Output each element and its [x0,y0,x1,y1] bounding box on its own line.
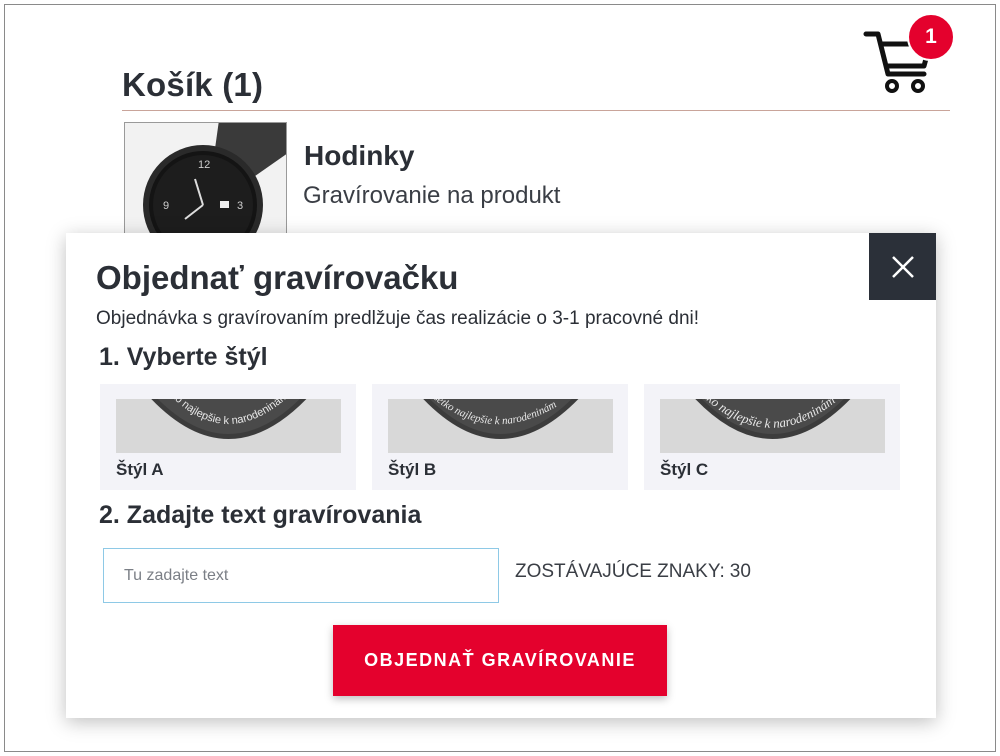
style-preview-image: Všetko najlepšie k narodeninám [388,399,613,453]
order-engraving-button[interactable]: OBJEDNAŤ GRAVÍROVANIE [333,625,667,696]
style-label: Štýl B [388,460,437,479]
remaining-label: ZOSTÁVAJÚCE ZNAKY: [515,561,725,582]
style-preview-image: Všetko najlepšie k narodeninám [660,399,885,453]
product-name: Hodinky [304,140,415,171]
style-options: Všetko najlepšie k narodeninám Štýl A Vš… [100,384,900,490]
cart-count-badge[interactable]: 1 [907,13,955,61]
modal-note: Objednávka s gravírovaním predlžuje čas … [96,308,700,329]
svg-text:12: 12 [198,159,210,171]
remaining-characters: ZOSTÁVAJÚCE ZNAKY: 30 [515,561,751,583]
style-label: Štýl A [116,460,164,479]
step1-heading: 1. Vyberte štýl [99,343,268,371]
style-option-b[interactable]: Všetko najlepšie k narodeninám Štýl B [372,384,628,490]
close-icon [891,255,914,278]
engraving-modal: Objednať gravírovačku Objednávka s graví… [66,233,936,718]
cart-title: Košík (1) [122,66,264,103]
svg-text:3: 3 [237,200,243,212]
style-preview-image: Všetko najlepšie k narodeninám [116,399,341,453]
step2-heading: 2. Zadajte text gravírovania [99,501,422,529]
remaining-count: 30 [729,561,751,582]
style-option-c[interactable]: Všetko najlepšie k narodeninám Štýl C [644,384,900,490]
product-subtitle: Gravírovanie na produkt [303,182,561,209]
engraving-text-input[interactable] [103,548,499,603]
style-label: Štýl C [660,460,709,479]
style-option-a[interactable]: Všetko najlepšie k narodeninám Štýl A [100,384,356,490]
svg-text:9: 9 [163,200,169,212]
close-button[interactable] [869,233,936,300]
modal-title: Objednať gravírovačku [96,259,459,296]
divider [122,110,950,111]
